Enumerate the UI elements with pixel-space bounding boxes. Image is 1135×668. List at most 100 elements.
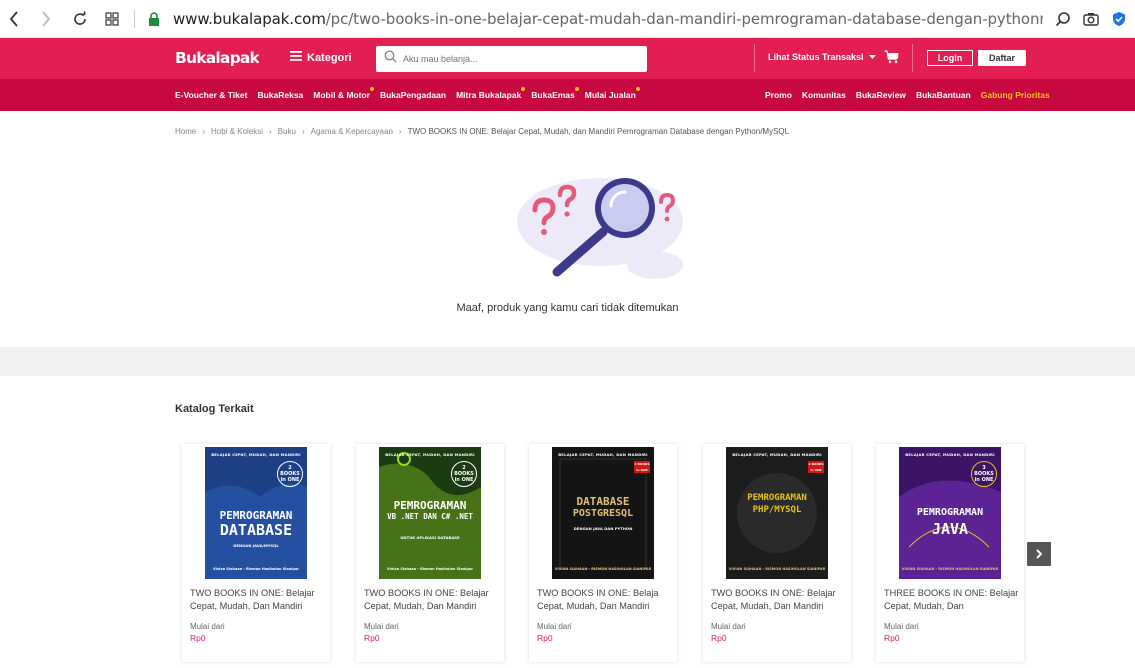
- cover-tagline: BELAJAR CEPAT, MUDAH, DAN MANDIRI: [558, 452, 648, 457]
- book-cover-image[interactable]: BELAJAR CEPAT, MUDAH, DAN MANDIRI 2 BOOKS…: [726, 447, 828, 579]
- lock-icon[interactable]: [145, 11, 163, 26]
- subnav-item[interactable]: E-Voucher & Tiket: [175, 90, 247, 102]
- product-name[interactable]: TWO BOOKS IN ONE: Belajar Cepat, Mudah, …: [711, 587, 846, 615]
- subnav-right-item[interactable]: Komunitas: [802, 90, 846, 102]
- forward-icon[interactable]: [32, 5, 60, 33]
- subnav-right: Promo Komunitas BukaReview BukaBantuan Gabun…: [765, 90, 1060, 102]
- cover-subtitle: DENGAN JAVA DAN PYTHON: [573, 526, 633, 531]
- breadcrumb-separator: ›: [398, 127, 402, 136]
- apps-grid-icon[interactable]: [98, 5, 126, 33]
- subnav-item[interactable]: Mobil & Motor: [313, 87, 374, 102]
- carousel-next-button[interactable]: [1027, 542, 1051, 566]
- subnav-right-item[interactable]: Gabung Prioritas: [981, 90, 1050, 102]
- search-icon: [384, 50, 397, 68]
- back-icon[interactable]: [0, 5, 28, 33]
- product-price: Rp0: [711, 633, 727, 643]
- cover-subtitle: UNTUK APLIKASI DATABASE: [400, 535, 460, 540]
- breadcrumb: Home › Hobi & Koleksi › Buku › Agama & Keperca…: [175, 127, 789, 136]
- bukalapak-logo[interactable]: Bukalapak: [175, 48, 261, 73]
- kategori-menu[interactable]: Kategori: [290, 51, 352, 64]
- price-prefix: Mulai dari: [190, 622, 225, 631]
- price-prefix: Mulai dari: [364, 622, 399, 631]
- address-bar[interactable]: www.bukalapak.com/pc/two-books-in-one-be…: [173, 10, 1043, 28]
- book-cover-image[interactable]: BELAJAR CEPAT, MUDAH, DAN MANDIRI 2 BOOKS…: [552, 447, 654, 579]
- book-cover-image[interactable]: BELAJAR CEPAT, MUDAH, DAN MANDIRI 3 BOOKS…: [899, 447, 1001, 579]
- cover-author: VIVIAN SIAHAAN - RISMON HASIHOLAN SIANIP…: [554, 567, 652, 571]
- reload-icon[interactable]: [66, 5, 94, 33]
- price-prefix: Mulai dari: [884, 622, 919, 631]
- cover-badge: 3 BOOKS in ONE: [971, 461, 997, 487]
- cover-title-line1: PEMROGRAMAN: [393, 499, 467, 512]
- svg-text:Bukalapak: Bukalapak: [175, 49, 259, 67]
- cover-title-line2: JAVA: [931, 520, 969, 538]
- notification-dot: [521, 87, 526, 91]
- breadcrumb-link[interactable]: Hobi & Koleksi: [211, 127, 263, 136]
- breadcrumb-link[interactable]: Buku: [278, 127, 296, 136]
- search-box[interactable]: [376, 46, 647, 72]
- product-name[interactable]: TWO BOOKS IN ONE: Belaja Cepat, Mudah, D…: [537, 587, 672, 615]
- book-cover-image[interactable]: BELAJAR CEPAT, MUDAH, DAN MANDIRI 2 BOOKS…: [205, 447, 307, 579]
- price-prefix: Mulai dari: [537, 622, 572, 631]
- cover-title-line2: DATABASE: [219, 521, 293, 539]
- breadcrumb-separator: ›: [202, 127, 206, 136]
- subnav-right-item[interactable]: BukaBantuan: [916, 90, 971, 102]
- product-name[interactable]: TWO BOOKS IN ONE: Belajar Cepat, Mudah, …: [364, 587, 499, 615]
- header-divider: [912, 44, 913, 72]
- cover-tagline: BELAJAR CEPAT, MUDAH, DAN MANDIRI: [385, 452, 475, 457]
- product-price: Rp0: [190, 633, 206, 643]
- status-transaksi-label: Lihat Status Transaksi: [768, 52, 864, 62]
- chevron-down-icon: [868, 52, 876, 62]
- cover-author: VIVIAN SIAHAAN - RISMON HASIHOLAN SIANIP…: [728, 567, 826, 571]
- book-cover-image[interactable]: BELAJAR CEPAT, MUDAH, DAN MANDIRI 2 BOOKS…: [379, 447, 481, 579]
- cover-tagline: BELAJAR CEPAT, MUDAH, DAN MANDIRI: [905, 452, 995, 457]
- product-card[interactable]: BELAJAR CEPAT, MUDAH, DAN MANDIRI 3 BOOKS…: [876, 444, 1024, 662]
- product-name[interactable]: THREE BOOKS IN ONE: Belajar Cepat, Mudah…: [884, 587, 1019, 615]
- subnav-item[interactable]: Mulai Jualan: [585, 87, 640, 102]
- price-prefix: Mulai dari: [711, 622, 746, 631]
- daftar-button[interactable]: Daftar: [978, 50, 1026, 66]
- cover-badge: 2 BOOKS in ONE: [634, 461, 650, 473]
- cover-title-line1: PEMROGRAMAN: [747, 493, 807, 503]
- subnav-item[interactable]: BukaEmas: [531, 87, 579, 102]
- shield-check-icon[interactable]: [1109, 9, 1129, 29]
- status-transaksi-dropdown[interactable]: Lihat Status Transaksi: [768, 52, 876, 62]
- subnav-item[interactable]: BukaPengadaan: [380, 90, 446, 102]
- product-card[interactable]: BELAJAR CEPAT, MUDAH, DAN MANDIRI 2 BOOKS…: [529, 444, 677, 662]
- login-button[interactable]: Login: [927, 50, 973, 66]
- product-card[interactable]: BELAJAR CEPAT, MUDAH, DAN MANDIRI 2 BOOKS…: [356, 444, 504, 662]
- product-card[interactable]: BELAJAR CEPAT, MUDAH, DAN MANDIRI 2 BOOKS…: [703, 444, 851, 662]
- breadcrumb-separator: ›: [269, 127, 272, 136]
- product-name[interactable]: TWO BOOKS IN ONE: Belajar Cepat, Mudah, …: [190, 587, 325, 615]
- subnav-right-item[interactable]: Promo: [765, 90, 792, 102]
- not-found-message: Maaf, produk yang kamu cari tidak ditemu…: [456, 302, 679, 314]
- cover-title-line1: DATABASE: [576, 495, 630, 508]
- katalog-title: Katalog Terkait: [175, 403, 254, 415]
- cart-icon[interactable]: [884, 50, 900, 69]
- subnav-item[interactable]: BukaReksa: [257, 90, 303, 102]
- cover-author: Vivian Siahaan - Rismon Hasiholan Sianip…: [213, 567, 299, 571]
- section-divider: [0, 347, 1135, 376]
- camera-icon[interactable]: [1081, 9, 1101, 29]
- breadcrumb-link[interactable]: Agama & Kepercayaan: [311, 127, 393, 136]
- cover-author: VIVIAN SIAHAAN - RISMON HASIHOLAN SIANIP…: [901, 567, 999, 571]
- breadcrumb-separator: ›: [301, 127, 305, 136]
- cover-badge: 2 BOOKS in ONE: [277, 461, 303, 487]
- product-card[interactable]: BELAJAR CEPAT, MUDAH, DAN MANDIRI 2 BOOKS…: [182, 444, 330, 662]
- cover-tagline: BELAJAR CEPAT, MUDAH, DAN MANDIRI: [732, 452, 822, 457]
- product-price: Rp0: [537, 633, 553, 643]
- subnav-right-item[interactable]: BukaReview: [856, 90, 906, 102]
- breadcrumb-link[interactable]: Home: [175, 127, 196, 136]
- cover-title-line2: POSTGRESQL: [572, 508, 634, 519]
- product-price: Rp0: [884, 633, 900, 643]
- toolbar-divider: [134, 9, 135, 28]
- browser-toolbar: www.bukalapak.com/pc/two-books-in-one-be…: [0, 0, 1135, 38]
- subnav-item[interactable]: Mitra Bukalapak: [456, 87, 526, 102]
- zoom-icon[interactable]: [1053, 9, 1073, 29]
- notification-dot: [574, 87, 579, 91]
- cover-tagline: BELAJAR CEPAT, MUDAH, DAN MANDIRI: [211, 452, 301, 457]
- search-input[interactable]: [403, 54, 633, 64]
- kategori-label: Kategori: [307, 51, 352, 64]
- hamburger-icon: [290, 51, 302, 64]
- cover-title-line2: PHP/MYSQL: [752, 505, 802, 515]
- notification-dot: [369, 87, 374, 91]
